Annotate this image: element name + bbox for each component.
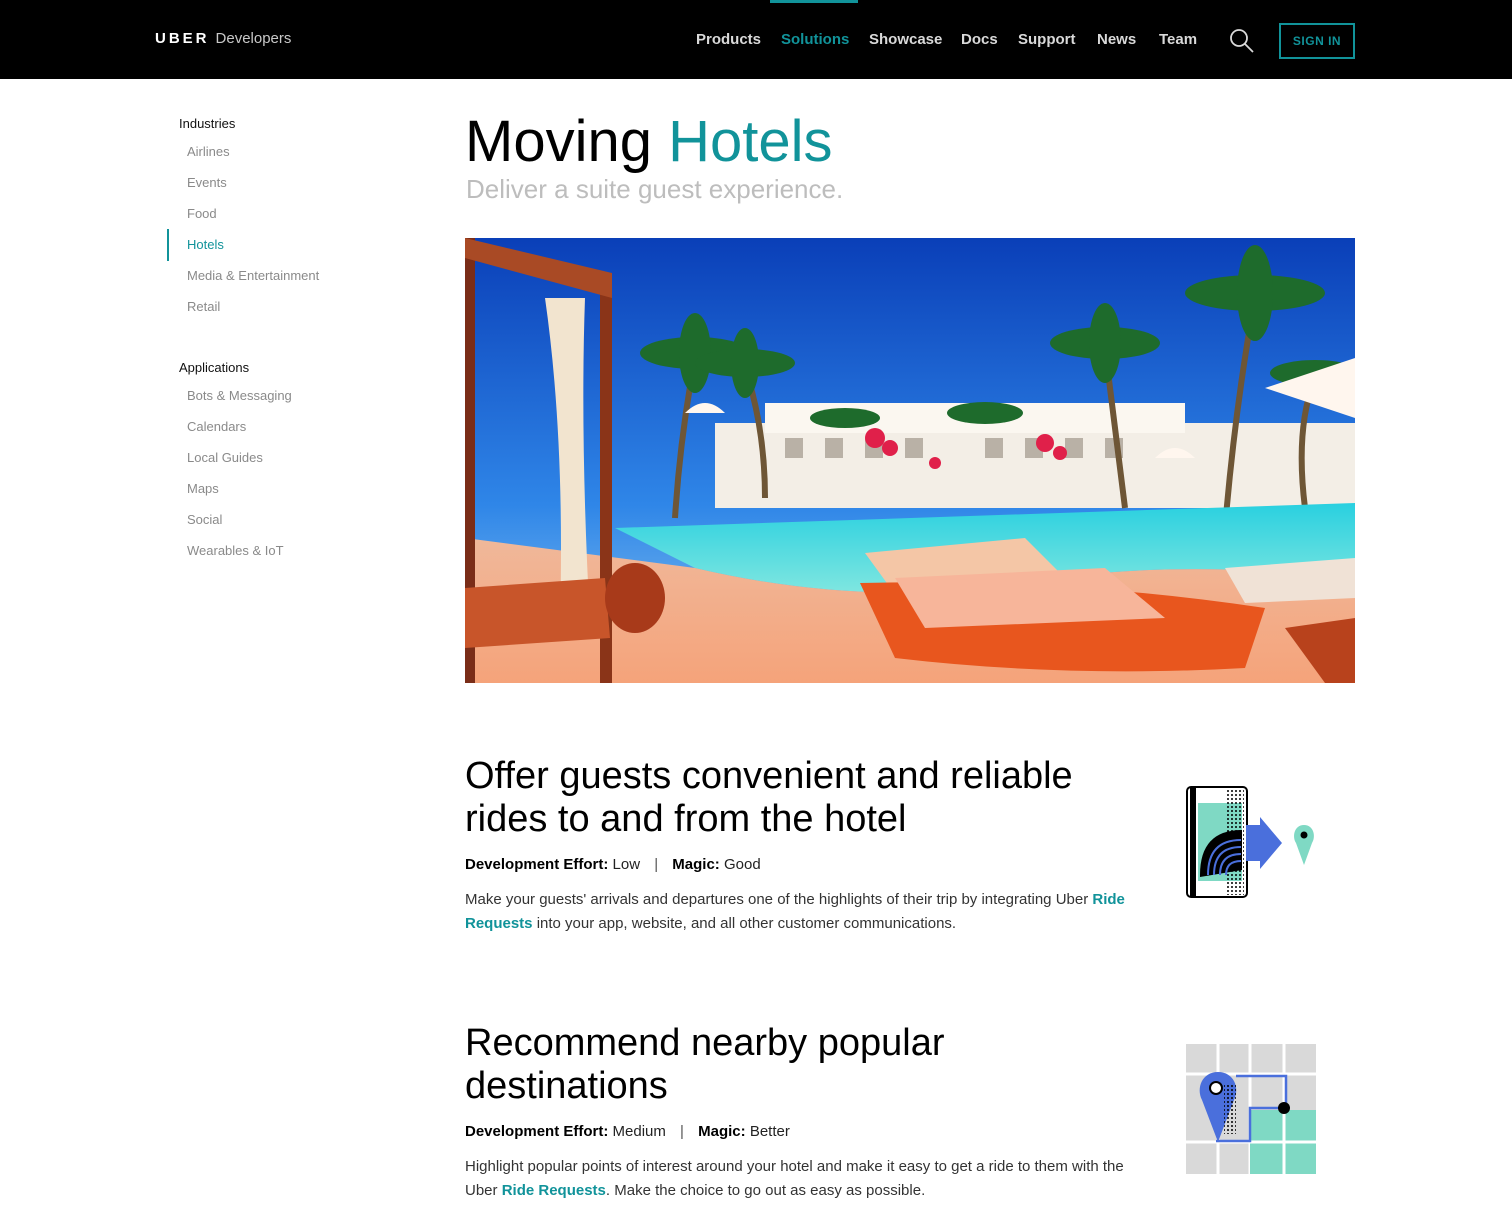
nav-support[interactable]: Support [1018, 31, 1076, 48]
page-title-prefix: Moving [465, 109, 652, 174]
search-icon[interactable] [1229, 28, 1255, 54]
sidebar-item-retail[interactable]: Retail [187, 299, 220, 314]
sidebar-heading-applications: Applications [179, 360, 250, 375]
top-navigation-bar: UBER Developers Products Solutions Showc… [0, 0, 1512, 79]
sidebar-item-local-guides[interactable]: Local Guides [187, 450, 263, 465]
page-title: Moving Hotels [465, 108, 833, 176]
phone-ride-request-icon [1186, 786, 1314, 898]
sidebar-item-airlines[interactable]: Airlines [187, 144, 230, 159]
section-effort-destinations: Development Effort: Medium | Magic: Bett… [465, 1123, 790, 1140]
section-effort-rides: Development Effort: Low | Magic: Good [465, 856, 761, 873]
section-title-rides: Offer guests convenient and reliable rid… [465, 755, 1073, 840]
logo-subtitle: Developers [215, 30, 292, 47]
magic-value: Better [749, 1123, 790, 1140]
hero-image-hotel-pool [465, 238, 1355, 683]
magic-value: Good [723, 856, 761, 873]
magic-label: Magic: [698, 1123, 746, 1140]
effort-value: Low [612, 856, 641, 873]
page-subtitle: Deliver a suite guest experience. [466, 174, 844, 204]
magic-label: Magic: [672, 856, 720, 873]
sidebar: Industries Airlines Events Food Hotels M… [0, 79, 440, 679]
nav-team[interactable]: Team [1159, 31, 1197, 48]
sidebar-item-events[interactable]: Events [187, 175, 227, 190]
nav-active-indicator [770, 0, 858, 3]
nav-showcase[interactable]: Showcase [869, 31, 942, 48]
nav-docs[interactable]: Docs [961, 31, 998, 48]
section-desc-destinations: Highlight popular points of interest aro… [465, 1158, 1124, 1199]
ride-requests-link[interactable]: Ride Requests [502, 1182, 606, 1199]
sidebar-item-food[interactable]: Food [187, 206, 217, 221]
effort-value: Medium [612, 1123, 666, 1140]
uber-developers-logo[interactable]: UBER Developers [155, 30, 291, 50]
sign-in-button[interactable]: SIGN IN [1279, 23, 1355, 59]
effort-label: Development Effort: [465, 856, 609, 873]
sidebar-item-media-entertainment[interactable]: Media & Entertainment [187, 268, 319, 283]
sidebar-heading-industries: Industries [179, 116, 236, 131]
section-desc-rides: Make your guests' arrivals and departure… [465, 891, 1125, 932]
sidebar-item-bots-messaging[interactable]: Bots & Messaging [187, 388, 292, 403]
sidebar-item-hotels[interactable]: Hotels [187, 237, 224, 252]
sidebar-item-wearables-iot[interactable]: Wearables & IoT [187, 543, 284, 558]
section-title-destinations: Recommend nearby popular destinations [465, 1022, 945, 1107]
nav-news[interactable]: News [1097, 31, 1136, 48]
effort-label: Development Effort: [465, 1123, 609, 1140]
nav-products[interactable]: Products [696, 31, 761, 48]
logo-brand: UBER [155, 30, 210, 47]
sidebar-active-indicator [167, 229, 169, 261]
page-title-accent: Hotels [668, 109, 833, 174]
hotel-pool-illustration [465, 238, 1355, 683]
map-destinations-icon [1186, 1044, 1316, 1174]
sidebar-item-social[interactable]: Social [187, 512, 222, 527]
sidebar-item-calendars[interactable]: Calendars [187, 419, 246, 434]
sidebar-item-maps[interactable]: Maps [187, 481, 219, 496]
nav-solutions[interactable]: Solutions [781, 31, 849, 48]
